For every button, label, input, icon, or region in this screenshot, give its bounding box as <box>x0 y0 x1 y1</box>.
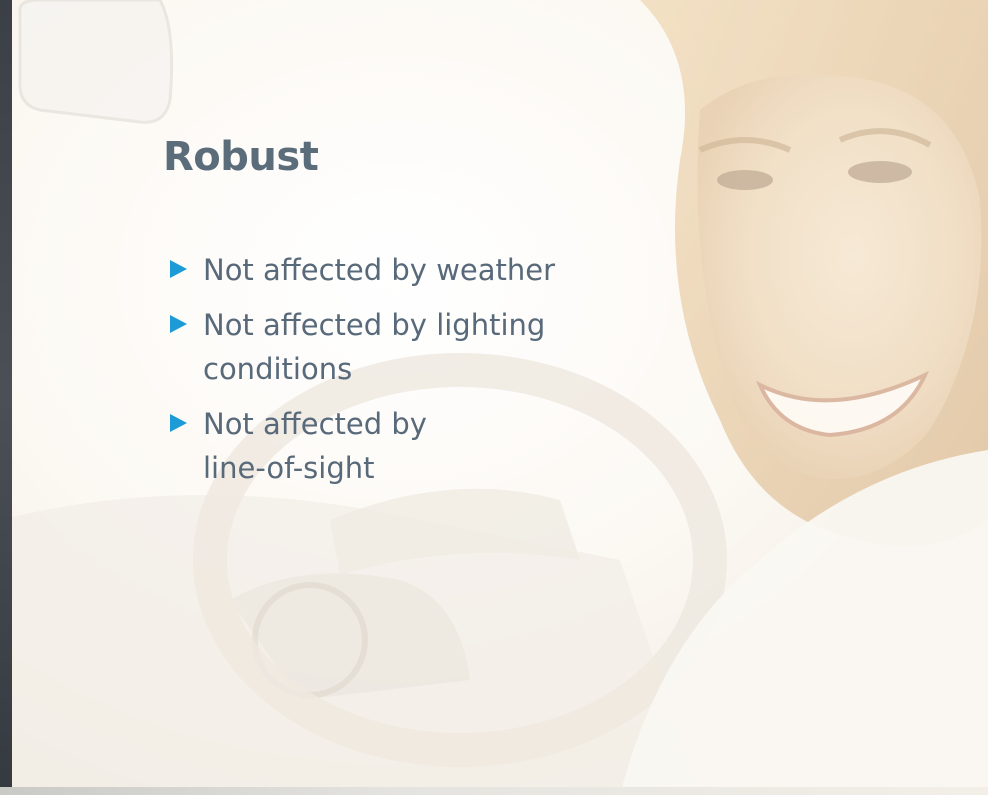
bullet-list: Not affected by weather Not affected by … <box>170 248 640 501</box>
bullet-text: Not affected by weather <box>203 253 556 287</box>
slide-title: Robust <box>163 134 319 180</box>
triangle-bullet-icon <box>170 414 187 432</box>
triangle-bullet-icon <box>170 260 187 278</box>
bullet-text: Not affected by lighting conditions <box>203 308 546 386</box>
bullet-item: Not affected by weather <box>170 248 640 292</box>
slide: Robust Not affected by weather Not affec… <box>0 0 988 795</box>
triangle-bullet-icon <box>170 315 187 333</box>
bottom-edge-strip <box>0 787 988 795</box>
bullet-text: Not affected by line-of-sight <box>203 407 427 485</box>
bullet-item: Not affected by line-of-sight <box>170 402 640 490</box>
bullet-item: Not affected by lighting conditions <box>170 303 640 391</box>
left-edge-strip <box>0 0 12 795</box>
